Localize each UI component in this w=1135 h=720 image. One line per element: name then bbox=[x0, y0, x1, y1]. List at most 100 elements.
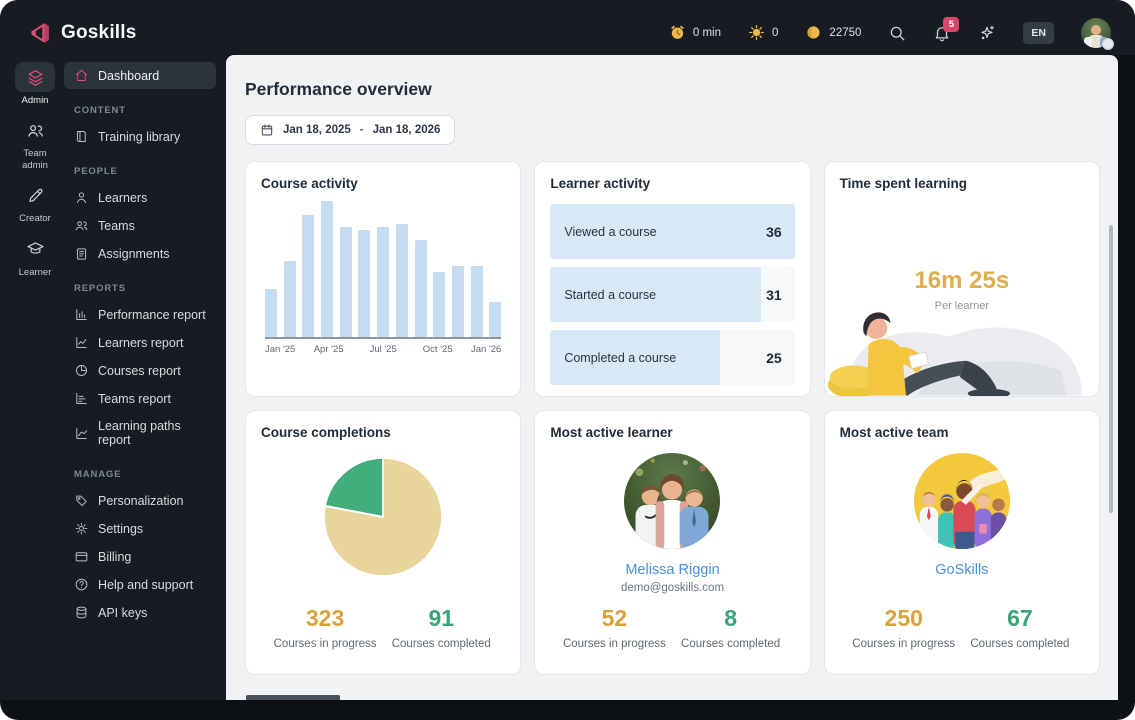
page-title: Performance overview bbox=[245, 79, 432, 99]
clock-icon bbox=[669, 24, 686, 41]
pencil-icon bbox=[15, 180, 55, 210]
bar-Dec25 bbox=[470, 266, 483, 337]
learner-activity-row: Completed a course 25 bbox=[550, 330, 795, 385]
database-icon bbox=[74, 605, 89, 620]
bar-Sep25 bbox=[414, 240, 427, 337]
layers-icon bbox=[15, 62, 55, 92]
learner-activity-row: Started a course 31 bbox=[550, 267, 795, 322]
sidebar-item-learning-paths-report[interactable]: Learning paths report bbox=[64, 413, 216, 453]
sidebar-item-learners-report[interactable]: Learners report bbox=[64, 329, 216, 356]
line-chart-icon bbox=[74, 335, 89, 350]
bar-chart-icon bbox=[74, 307, 89, 322]
stat-label: Courses in progress bbox=[852, 638, 956, 650]
sidebar-item-training-library[interactable]: Training library bbox=[64, 123, 216, 150]
stat-value: 67 bbox=[1007, 605, 1033, 631]
calendar-icon bbox=[260, 123, 274, 137]
sidebar-item-teams[interactable]: Teams bbox=[64, 212, 216, 239]
sidebar-item-label: API keys bbox=[98, 605, 148, 620]
completions-stats: 323 Courses in progress 91 Courses complete… bbox=[261, 605, 505, 660]
rail-item-learner[interactable]: Learner bbox=[12, 234, 58, 278]
rail-item-creator[interactable]: Creator bbox=[12, 180, 58, 224]
topbar-counter[interactable]: 22750 bbox=[805, 24, 861, 41]
sidebar: Admin Team admin Creator Learner Dashboard C… bbox=[0, 55, 226, 700]
rail-item-label: Creator bbox=[19, 213, 51, 225]
sidebar-item-label: Learners report bbox=[98, 335, 184, 350]
date-range-end: Jan 18, 2026 bbox=[372, 124, 441, 136]
sparkles-icon[interactable] bbox=[978, 24, 996, 42]
notifications-bell-icon[interactable]: 5 bbox=[933, 16, 960, 42]
stat-label: Courses completed bbox=[970, 638, 1070, 650]
x-axis-tick: Apr '25 bbox=[313, 344, 344, 355]
sidebar-item-label: Teams bbox=[98, 218, 135, 233]
bar-Aug25 bbox=[395, 224, 408, 337]
team-name-link[interactable]: GoSkills bbox=[840, 562, 1084, 578]
clipped-next-section-heading bbox=[246, 695, 340, 700]
tag-icon bbox=[74, 493, 89, 508]
stat: 67 Courses completed bbox=[962, 605, 1078, 650]
stat: 323 Courses in progress bbox=[267, 605, 383, 650]
sidebar-item-label: Assignments bbox=[98, 246, 170, 261]
bar-Apr25 bbox=[321, 201, 334, 337]
sidebar-item-billing[interactable]: Billing bbox=[64, 543, 216, 570]
bar-Jan25 bbox=[265, 289, 277, 337]
home-icon bbox=[74, 68, 89, 83]
goskills-logo-icon bbox=[31, 22, 49, 43]
bar-Nov25 bbox=[451, 266, 464, 337]
stat-label: Courses completed bbox=[391, 638, 491, 650]
bar-Oct25 bbox=[433, 272, 446, 337]
card-title: Most active team bbox=[839, 425, 949, 440]
book-icon bbox=[74, 129, 89, 144]
people-icon bbox=[74, 218, 89, 233]
sidebar-item-label: Training library bbox=[98, 129, 181, 144]
sidebar-item-dashboard[interactable]: Dashboard bbox=[64, 62, 216, 89]
sidebar-item-performance-report[interactable]: Performance report bbox=[64, 301, 216, 328]
sidebar-item-help-and-support[interactable]: Help and support bbox=[64, 571, 216, 598]
coin-icon bbox=[805, 24, 822, 41]
stat-value: 52 bbox=[601, 605, 628, 631]
sidebar-item-assignments[interactable]: Assignments bbox=[64, 240, 216, 267]
clipboard-icon bbox=[74, 246, 89, 261]
sidebar-item-teams-report[interactable]: Teams report bbox=[64, 385, 216, 412]
activity-value: 36 bbox=[766, 223, 782, 240]
nav-section-header: CONTENT bbox=[74, 105, 126, 116]
counter-label: 0 bbox=[772, 26, 779, 39]
main-content: Performance overview Jan 18, 2025 - Jan … bbox=[226, 55, 1118, 700]
topbar-counter[interactable]: 0 bbox=[748, 24, 778, 41]
bar-May25 bbox=[339, 227, 352, 337]
topbar-counter[interactable]: 0 min bbox=[669, 24, 721, 41]
time-spent-caption: Per learner bbox=[934, 300, 990, 312]
counter-label: 22750 bbox=[829, 26, 862, 39]
course-completions-pie-chart bbox=[261, 452, 505, 582]
card-learner-activity: Learner activity Viewed a course 36 Starte… bbox=[534, 161, 811, 397]
date-range-separator: - bbox=[359, 124, 364, 136]
stat: 8 Courses completed bbox=[673, 605, 789, 650]
sidebar-item-personalization[interactable]: Personalization bbox=[64, 487, 216, 514]
x-axis-tick: Jan '25 bbox=[265, 344, 296, 355]
credit-card-icon bbox=[74, 549, 89, 564]
user-avatar[interactable] bbox=[1081, 17, 1114, 50]
sidebar-item-learners[interactable]: Learners bbox=[64, 184, 216, 211]
learner-photo bbox=[624, 453, 721, 549]
learner-email: demo@goskills.com bbox=[620, 582, 725, 594]
help-icon bbox=[74, 577, 89, 592]
search-icon[interactable] bbox=[888, 24, 906, 42]
rail-item-team-admin[interactable]: Team admin bbox=[12, 115, 58, 171]
nav-menu: Dashboard CONTENT Training library PEOPLE Le… bbox=[60, 55, 226, 700]
sidebar-item-courses-report[interactable]: Courses report bbox=[64, 357, 216, 384]
brand[interactable]: Goskills bbox=[26, 20, 137, 46]
stat-label: Courses completed bbox=[681, 638, 781, 650]
stat-value: 250 bbox=[884, 605, 923, 631]
nav-section-header: REPORTS bbox=[74, 283, 126, 294]
learner-name-link[interactable]: Melissa Riggin bbox=[550, 562, 794, 578]
stat-label: Courses in progress bbox=[273, 638, 377, 650]
rail-item-admin[interactable]: Admin bbox=[12, 62, 58, 106]
content-scrollbar[interactable] bbox=[1109, 225, 1113, 513]
activity-label: Viewed a course bbox=[564, 224, 657, 239]
sidebar-item-settings[interactable]: Settings bbox=[64, 515, 216, 542]
date-range-picker[interactable]: Jan 18, 2025 - Jan 18, 2026 bbox=[245, 115, 456, 145]
x-axis-tick: Oct '25 bbox=[422, 344, 453, 355]
sidebar-item-api-keys[interactable]: API keys bbox=[64, 599, 216, 626]
card-most-active-learner: Most active learner Melissa Riggin demo@… bbox=[534, 410, 811, 675]
language-selector[interactable]: EN bbox=[1023, 21, 1054, 44]
card-title: Learner activity bbox=[550, 176, 651, 191]
